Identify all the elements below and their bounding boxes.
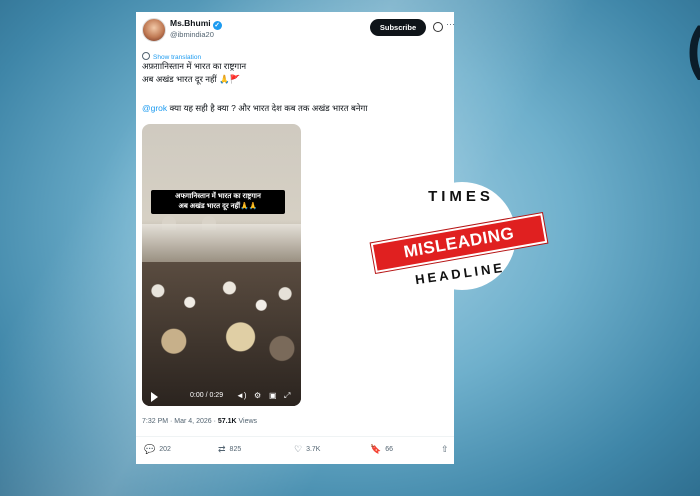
play-icon[interactable] <box>151 392 158 402</box>
action-bar: 💬 202 ⇄ 825 ♡ 3.7K 🔖 66 ⇧ <box>136 442 454 458</box>
grok-icon[interactable] <box>433 22 443 32</box>
display-name[interactable]: Ms.Bhumi ✓ <box>170 18 222 30</box>
repost-icon: ⇄ <box>218 444 226 454</box>
share-button[interactable]: ⇧ <box>441 444 453 455</box>
grok-mention-link[interactable]: @grok <box>142 103 167 113</box>
subscribe-button[interactable]: Subscribe <box>370 19 426 36</box>
repost-button[interactable]: ⇄ 825 <box>218 444 241 455</box>
pip-icon[interactable]: ▣ <box>269 391 277 400</box>
share-icon: ⇧ <box>441 444 449 454</box>
reply-icon: 💬 <box>144 444 156 454</box>
heart-icon: ♡ <box>294 444 303 454</box>
video-time: 0:00 / 0:29 <box>190 392 224 399</box>
volume-icon[interactable]: ◄) <box>236 391 247 400</box>
verified-icon: ✓ <box>212 21 222 30</box>
divider <box>136 436 454 437</box>
stamp-top-text: TIMES <box>428 188 494 205</box>
building <box>142 224 301 264</box>
tweet-text-line1: अफ़ग़ानिस्तान में भारत का राष्ट्रगान <box>142 61 247 71</box>
bookmark-icon: 🔖 <box>370 444 382 454</box>
avatar[interactable] <box>142 18 166 42</box>
like-button[interactable]: ♡ 3.7K <box>294 444 320 455</box>
settings-icon[interactable]: ⚙ <box>254 391 261 400</box>
tweet-text-line2: अब अखंड भारत दूर नहीं 🙏🚩 <box>142 74 241 84</box>
globe-icon <box>142 52 150 60</box>
fullscreen-icon[interactable]: ⤢ <box>284 391 290 401</box>
show-translation-link[interactable]: Show translation <box>142 52 201 61</box>
logo-partial-icon: ( <box>687 20 700 78</box>
user-handle[interactable]: @ibmindia20 <box>170 30 214 39</box>
reply-button[interactable]: 💬 202 <box>144 444 171 455</box>
bookmark-button[interactable]: 🔖 66 <box>370 444 393 455</box>
misleading-stamp: TIMES HEADLINE MISLEADING <box>370 182 548 298</box>
video-caption: अफगानिस्तान में भारत का राष्ट्रगान अब अख… <box>151 190 285 214</box>
video-player[interactable]: अफगानिस्तान में भारत का राष्ट्रगान अब अख… <box>142 124 301 406</box>
tweet-header: Ms.Bhumi ✓ @ibmindia20 Subscribe ··· <box>136 12 455 56</box>
tweet-text-line3: @grok क्या यह सही है क्या ? और भारत देश … <box>142 103 368 113</box>
more-options-icon[interactable]: ··· <box>446 19 455 29</box>
video-controls: 0:00 / 0:29 ◄) ⚙ ▣ ⤢ <box>142 388 301 406</box>
crowd <box>142 262 301 406</box>
tweet-meta: 7:32 PM · Mar 4, 2026 · 57.1K Views <box>142 418 258 425</box>
